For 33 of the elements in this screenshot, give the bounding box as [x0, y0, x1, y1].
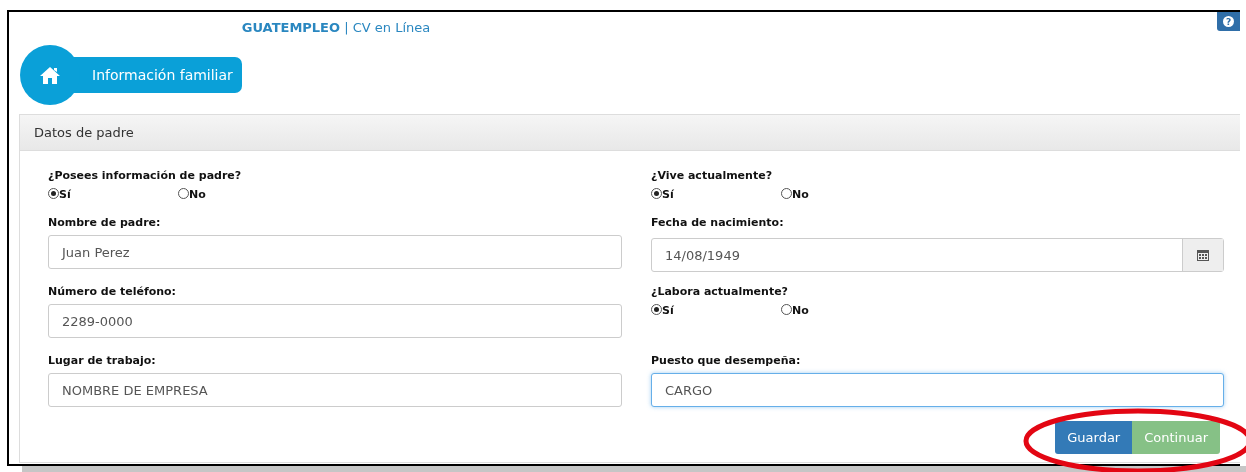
- field-label: Puesto que desempeña:: [651, 354, 802, 368]
- field-label: Nombre de padre:: [48, 216, 162, 230]
- radio-label: No: [792, 188, 809, 201]
- radio-label: Sí: [59, 188, 71, 201]
- field-label: Número de teléfono:: [48, 285, 177, 299]
- radio-button[interactable]: [651, 188, 662, 199]
- field-label: Lugar de trabajo:: [48, 354, 157, 368]
- radio-label: Sí: [662, 304, 674, 317]
- radio-button[interactable]: [781, 188, 792, 199]
- radio-label: No: [189, 188, 206, 201]
- site-title: GUATEMPLEO | CV en Línea: [240, 20, 432, 36]
- question-label: ¿Vive actualmente?: [651, 169, 773, 183]
- panel-header: Datos de padre: [20, 115, 1240, 151]
- text-field[interactable]: 2289-0000: [48, 304, 622, 338]
- question-label: ¿Posees información de padre?: [48, 169, 243, 183]
- radio-label: Sí: [662, 188, 674, 201]
- radio-label: No: [792, 304, 809, 317]
- radio-button[interactable]: [781, 304, 792, 315]
- text-field[interactable]: CARGO: [651, 373, 1224, 407]
- home-icon: [39, 65, 61, 85]
- save-button[interactable]: Guardar: [1055, 421, 1133, 454]
- radio-button[interactable]: [178, 188, 189, 199]
- date-field[interactable]: 14/08/1949: [651, 238, 1224, 272]
- calendar-button[interactable]: [1182, 239, 1223, 271]
- text-field[interactable]: NOMBRE DE EMPRESA: [48, 373, 622, 407]
- calendar-icon: [1197, 249, 1209, 261]
- field-label: Fecha de nacimiento:: [651, 216, 785, 230]
- date-value: 14/08/1949: [664, 246, 741, 265]
- radio-button[interactable]: [651, 304, 662, 315]
- question-label: ¿Labora actualmente?: [651, 285, 789, 299]
- radio-button[interactable]: [48, 188, 59, 199]
- text-field[interactable]: Juan Perez: [48, 235, 622, 269]
- help-button[interactable]: ?: [1217, 12, 1240, 31]
